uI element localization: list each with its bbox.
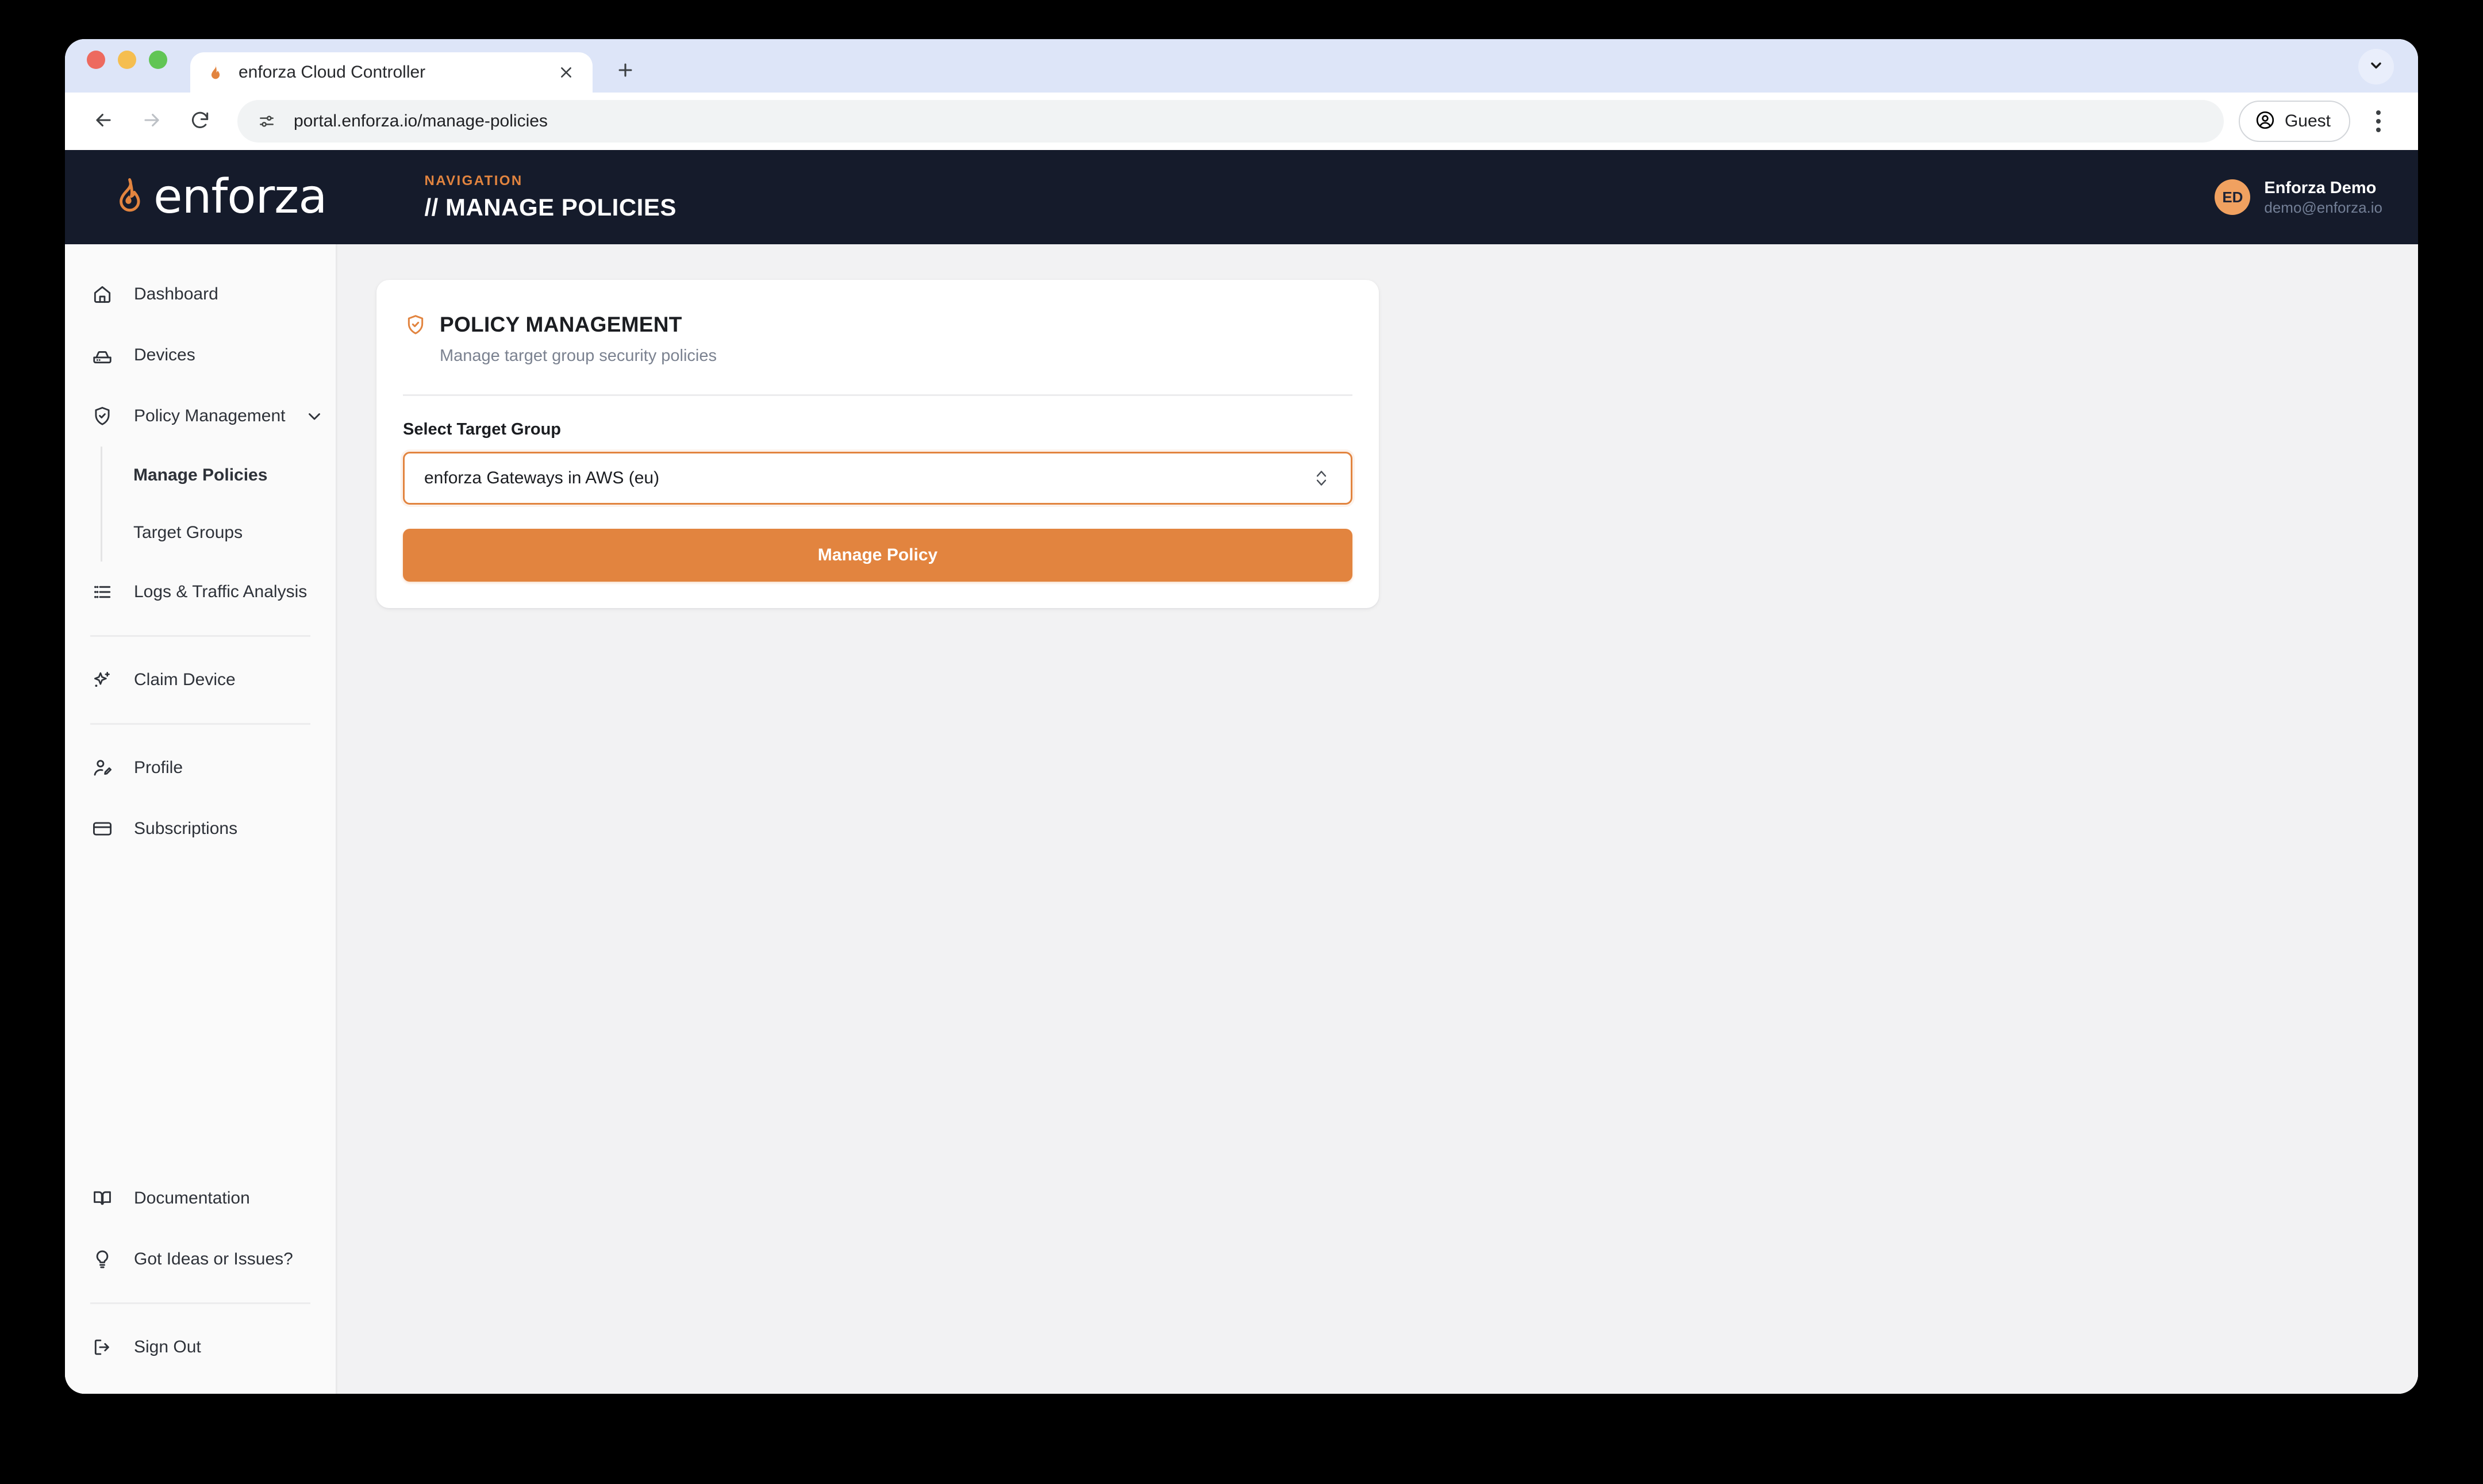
sidebar-item-label: Profile — [134, 758, 183, 777]
sidebar-divider — [90, 723, 310, 725]
breadcrumb-kicker: NAVIGATION — [424, 173, 523, 189]
window-traffic-lights — [87, 39, 167, 93]
close-icon[interactable] — [555, 61, 578, 84]
maximize-window-button[interactable] — [149, 50, 167, 69]
sidebar-item-subscriptions[interactable]: Subscriptions — [65, 798, 336, 859]
sidebar-subitem-label: Manage Policies — [133, 466, 268, 485]
card-title: POLICY MANAGEMENT — [440, 313, 682, 336]
sidebar-item-policy-management[interactable]: Policy Management — [65, 386, 336, 447]
main-content: POLICY MANAGEMENT Manage target group se… — [337, 244, 2418, 1394]
avatar: ED — [2215, 179, 2251, 215]
sidebar-item-documentation[interactable]: Documentation — [65, 1168, 336, 1229]
target-group-label: Select Target Group — [403, 420, 562, 439]
chevron-down-icon[interactable] — [305, 405, 324, 428]
server-icon — [90, 343, 114, 367]
flame-icon — [110, 176, 148, 218]
minimize-window-button[interactable] — [118, 50, 136, 69]
sidebar-item-dashboard[interactable]: Dashboard — [65, 264, 336, 325]
app-logo[interactable]: enforza — [110, 170, 327, 224]
sidebar-item-label: Got Ideas or Issues? — [134, 1250, 293, 1268]
shield-check-icon — [403, 312, 428, 337]
sidebar-divider — [90, 1302, 310, 1304]
app-header: enforza NAVIGATION // MANAGE POLICIES ED… — [65, 150, 2418, 244]
arrow-right-icon — [141, 109, 163, 134]
home-icon — [90, 282, 114, 306]
sidebar-item-profile[interactable]: Profile — [65, 737, 336, 798]
sidebar: Dashboard Devices Policy Management Mana… — [65, 244, 337, 1394]
sidebar-item-logs-traffic-analysis[interactable]: Logs & Traffic Analysis — [65, 562, 336, 622]
browser-tab-title: enforza Cloud Controller — [239, 63, 426, 82]
browser-toolbar: portal.enforza.io/manage-policies Guest — [65, 93, 2418, 150]
sidebar-item-label: Sign Out — [134, 1337, 201, 1356]
browser-tab-strip: enforza Cloud Controller — [65, 39, 2418, 93]
kebab-menu-icon[interactable] — [2358, 99, 2399, 144]
sidebar-item-label: Claim Device — [134, 670, 236, 689]
profile-label: Guest — [2284, 112, 2331, 130]
sidebar-item-sign-out[interactable]: Sign Out — [65, 1317, 336, 1378]
sidebar-item-feedback[interactable]: Got Ideas or Issues? — [65, 1229, 336, 1290]
plus-icon — [616, 60, 635, 83]
card-subtitle: Manage target group security policies — [440, 347, 717, 365]
sidebar-subitem-label: Target Groups — [133, 523, 243, 542]
sidebar-item-target-groups[interactable]: Target Groups — [102, 504, 336, 562]
user-menu[interactable]: ED Enforza Demo demo@enforza.io — [2215, 178, 2382, 217]
manage-policy-button[interactable]: Manage Policy — [403, 529, 1352, 582]
shield-check-icon — [90, 404, 114, 428]
site-settings-icon[interactable] — [255, 109, 279, 133]
profile-button[interactable]: Guest — [2238, 101, 2350, 142]
user-pen-icon — [90, 756, 114, 780]
policy-management-card: POLICY MANAGEMENT Manage target group se… — [376, 280, 1379, 608]
card-header: POLICY MANAGEMENT — [403, 312, 1352, 337]
chevron-down-icon — [2368, 57, 2384, 76]
sidebar-subnav-policy-management: Manage Policies Target Groups — [101, 447, 336, 562]
sidebar-item-label: Devices — [134, 345, 195, 364]
sidebar-item-label: Logs & Traffic Analysis — [134, 582, 308, 601]
user-name: Enforza Demo — [2264, 178, 2377, 197]
arrow-left-icon — [93, 109, 114, 134]
browser-tab[interactable]: enforza Cloud Controller — [190, 52, 593, 93]
sidebar-item-label: Dashboard — [134, 285, 218, 303]
sidebar-item-label: Subscriptions — [134, 819, 238, 838]
close-window-button[interactable] — [87, 50, 105, 69]
sidebar-item-label: Documentation — [134, 1189, 250, 1208]
user-circle-icon — [2255, 110, 2276, 133]
forward-button[interactable] — [129, 99, 174, 144]
logout-icon — [90, 1335, 114, 1359]
lightbulb-icon — [90, 1247, 114, 1271]
user-info: Enforza Demo demo@enforza.io — [2264, 178, 2382, 217]
sidebar-divider — [90, 635, 310, 637]
page-title: // MANAGE POLICIES — [424, 194, 677, 221]
sparkles-icon — [90, 668, 114, 692]
book-icon — [90, 1186, 114, 1210]
list-icon — [90, 580, 114, 604]
sidebar-item-claim-device[interactable]: Claim Device — [65, 649, 336, 710]
card-divider — [403, 394, 1352, 396]
page-title-block: NAVIGATION // MANAGE POLICIES — [424, 173, 676, 221]
target-group-selected-value: enforza Gateways in AWS (eu) — [424, 468, 660, 487]
tab-search-button[interactable] — [2358, 49, 2394, 84]
user-email: demo@enforza.io — [2264, 198, 2382, 216]
sidebar-item-devices[interactable]: Devices — [65, 325, 336, 386]
back-button[interactable] — [81, 99, 126, 144]
chevron-up-down-icon — [1312, 466, 1331, 491]
address-bar-url: portal.enforza.io/manage-policies — [294, 112, 548, 130]
reload-button[interactable] — [178, 99, 222, 144]
credit-card-icon — [90, 817, 114, 841]
page-viewport: enforza NAVIGATION // MANAGE POLICIES ED… — [65, 150, 2418, 1394]
app-logo-text: enforza — [153, 170, 327, 224]
new-tab-button[interactable] — [608, 53, 643, 89]
browser-window: enforza Cloud Controller portal.enforza.… — [65, 39, 2418, 1394]
sidebar-item-label: Policy Management — [134, 406, 286, 425]
flame-icon — [205, 62, 226, 83]
sidebar-item-manage-policies[interactable]: Manage Policies — [102, 447, 336, 504]
reload-icon — [189, 109, 211, 134]
address-bar[interactable]: portal.enforza.io/manage-policies — [237, 100, 2224, 143]
target-group-select[interactable]: enforza Gateways in AWS (eu) — [403, 452, 1352, 505]
page-body: Dashboard Devices Policy Management Mana… — [65, 244, 2418, 1394]
